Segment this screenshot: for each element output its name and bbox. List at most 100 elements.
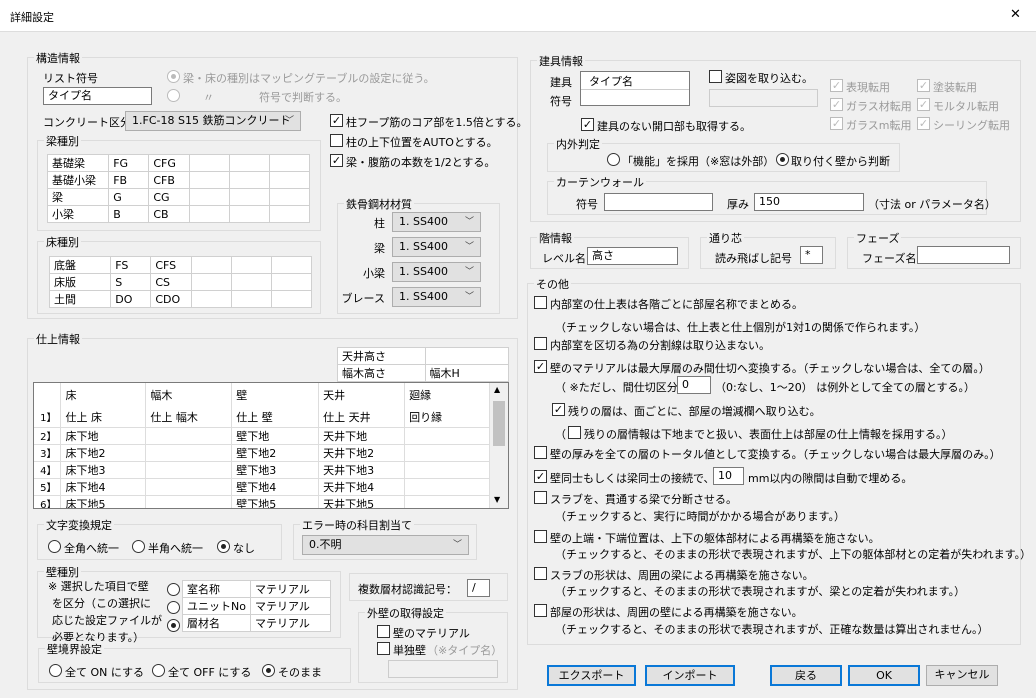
table-cell[interactable] bbox=[268, 188, 311, 206]
grid-row[interactable]: 4】 床下地3 壁下地3 天井下地3 bbox=[34, 461, 490, 479]
grid-cell[interactable]: 6】 bbox=[34, 495, 62, 508]
scrollbar[interactable]: ▲ ▼ bbox=[490, 383, 508, 508]
table-cell[interactable] bbox=[188, 205, 230, 223]
table-cell[interactable] bbox=[270, 273, 313, 291]
option-checkbox-c10[interactable] bbox=[534, 567, 547, 580]
option-checkbox-c5[interactable] bbox=[568, 426, 581, 439]
grid-cell[interactable] bbox=[404, 461, 490, 479]
table-cell[interactable]: 室名称 bbox=[182, 580, 251, 598]
elevation-checkbox[interactable] bbox=[709, 70, 722, 83]
table-cell[interactable] bbox=[270, 290, 313, 308]
scroll-up-icon[interactable]: ▲ bbox=[494, 385, 500, 394]
table-cell[interactable] bbox=[424, 347, 510, 365]
radio-button[interactable] bbox=[152, 664, 165, 677]
radio-button[interactable] bbox=[262, 664, 275, 677]
opening-checkbox[interactable]: ✓ bbox=[581, 118, 594, 131]
grid-cell[interactable] bbox=[145, 444, 233, 462]
table-cell[interactable] bbox=[228, 171, 270, 189]
table-cell[interactable]: CB bbox=[148, 205, 190, 223]
table-cell[interactable]: CFS bbox=[150, 256, 192, 274]
wall-type-radio[interactable] bbox=[167, 601, 180, 614]
grid-row[interactable]: 2】 床下地 壁下地 天井下地 bbox=[34, 427, 490, 445]
disabled-checkbox[interactable]: ✓ bbox=[917, 98, 930, 111]
table-cell[interactable]: 基礎小梁 bbox=[46, 171, 110, 189]
steel-select[interactable]: 1. SS400 bbox=[392, 237, 481, 257]
disabled-checkbox[interactable]: ✓ bbox=[830, 79, 843, 92]
table-cell[interactable] bbox=[190, 290, 232, 308]
phase-input[interactable] bbox=[917, 246, 1010, 264]
grid-cell[interactable]: 床下地3 bbox=[60, 461, 147, 479]
grid-cell[interactable] bbox=[145, 427, 233, 445]
table-row[interactable]: 天井高さ bbox=[337, 347, 510, 365]
option-checkbox-c4[interactable]: ✓ bbox=[552, 403, 565, 416]
grid-row[interactable]: 3】 床下地2 壁下地2 天井下地2 bbox=[34, 444, 490, 462]
table-cell[interactable]: G bbox=[108, 188, 150, 206]
beam-type-table[interactable]: 基礎梁 FG CFG 基礎小梁 FB CFB 梁 G CG 小梁 B CB bbox=[46, 154, 311, 223]
grid-cell[interactable] bbox=[145, 495, 233, 508]
table-row[interactable]: 床版 S CS bbox=[48, 273, 313, 291]
table-row[interactable]: 土間 DO CDO bbox=[48, 290, 313, 308]
table-row[interactable]: 基礎小梁 FB CFB bbox=[46, 171, 311, 189]
table-cell[interactable]: マテリアル bbox=[249, 580, 332, 598]
table-cell[interactable]: 天井高さ bbox=[337, 347, 426, 365]
import-button[interactable]: インポート bbox=[645, 665, 735, 686]
grid-cell[interactable]: 天井下地5 bbox=[318, 495, 406, 508]
table-cell[interactable] bbox=[268, 171, 311, 189]
disabled-checkbox[interactable]: ✓ bbox=[917, 79, 930, 92]
table-cell[interactable]: CS bbox=[150, 273, 192, 291]
grid-cell[interactable]: 床下地 bbox=[60, 427, 147, 445]
table-cell[interactable] bbox=[230, 256, 272, 274]
table-cell[interactable] bbox=[190, 256, 232, 274]
grid-cell[interactable] bbox=[404, 495, 490, 508]
table-cell[interactable] bbox=[270, 256, 313, 274]
grid-cell[interactable] bbox=[404, 427, 490, 445]
gap-input[interactable]: 10 bbox=[713, 467, 744, 485]
fittings-code-list[interactable]: タイプ名 bbox=[580, 71, 690, 106]
table-cell[interactable] bbox=[228, 188, 270, 206]
option-checkbox-c2[interactable] bbox=[534, 337, 547, 350]
disabled-checkbox[interactable]: ✓ bbox=[830, 98, 843, 111]
table-row[interactable]: 室名称 マテリアル bbox=[182, 580, 332, 598]
list-input[interactable]: タイプ名 bbox=[43, 87, 152, 105]
radio-button[interactable] bbox=[48, 540, 61, 553]
height-table[interactable]: 天井高さ 幅木高さ 幅木H bbox=[337, 347, 510, 382]
finish-grid[interactable]: 床幅木壁天井 廻縁 1】 仕上 床仕上 幅木 仕上 壁仕上 天井 回り縁 2】 床下地 壁下地天… bbox=[33, 382, 509, 509]
grid-cell[interactable] bbox=[404, 478, 490, 496]
export-button[interactable]: エクスポート bbox=[547, 665, 636, 686]
single-wall-checkbox[interactable] bbox=[377, 642, 390, 655]
option-checkbox-c3[interactable]: ✓ bbox=[534, 360, 547, 373]
grid-cell[interactable]: 仕上 壁 bbox=[231, 407, 320, 428]
disabled-checkbox[interactable]: ✓ bbox=[917, 117, 930, 130]
elevation-input[interactable] bbox=[709, 89, 818, 107]
steel-select[interactable]: 1. SS400 bbox=[392, 212, 481, 232]
table-cell[interactable]: 基礎梁 bbox=[46, 154, 110, 172]
table-cell[interactable]: DO bbox=[110, 290, 152, 308]
table-cell[interactable]: CFB bbox=[148, 171, 190, 189]
table-cell[interactable] bbox=[230, 273, 272, 291]
table-cell[interactable] bbox=[190, 273, 232, 291]
table-cell[interactable]: FS bbox=[110, 256, 152, 274]
option-checkbox-c1[interactable] bbox=[534, 296, 547, 309]
table-cell[interactable]: 幅木高さ bbox=[337, 364, 426, 382]
steel-select[interactable]: 1. SS400 bbox=[392, 287, 481, 307]
table-cell[interactable]: CDO bbox=[150, 290, 192, 308]
table-cell[interactable]: FB bbox=[108, 171, 150, 189]
grid-cell[interactable]: 天井下地2 bbox=[318, 444, 406, 462]
grid-cell[interactable]: 天井下地4 bbox=[318, 478, 406, 496]
grid-cell[interactable]: 壁下地4 bbox=[231, 478, 320, 496]
code-radio[interactable] bbox=[167, 89, 180, 102]
error-select[interactable]: 0.不明 bbox=[302, 535, 469, 555]
option-checkbox-c7[interactable]: ✓ bbox=[534, 470, 547, 483]
floor-type-table[interactable]: 底盤 FS CFS 床版 S CS 土間 DO CDO bbox=[48, 256, 313, 308]
grid-cell[interactable]: 4】 bbox=[34, 461, 62, 479]
structure-checkbox[interactable]: ✓ bbox=[330, 114, 343, 127]
grid-cell[interactable]: 2】 bbox=[34, 427, 62, 445]
table-cell[interactable] bbox=[268, 205, 311, 223]
structure-checkbox[interactable] bbox=[330, 134, 343, 147]
grid-row[interactable]: 6】 床下地5 壁下地5 天井下地5 bbox=[34, 495, 490, 508]
table-row[interactable]: 底盤 FS CFS bbox=[48, 256, 313, 274]
grid-cell[interactable] bbox=[145, 478, 233, 496]
disabled-checkbox[interactable]: ✓ bbox=[830, 117, 843, 130]
table-cell[interactable]: 土間 bbox=[48, 290, 112, 308]
table-cell[interactable]: S bbox=[110, 273, 152, 291]
